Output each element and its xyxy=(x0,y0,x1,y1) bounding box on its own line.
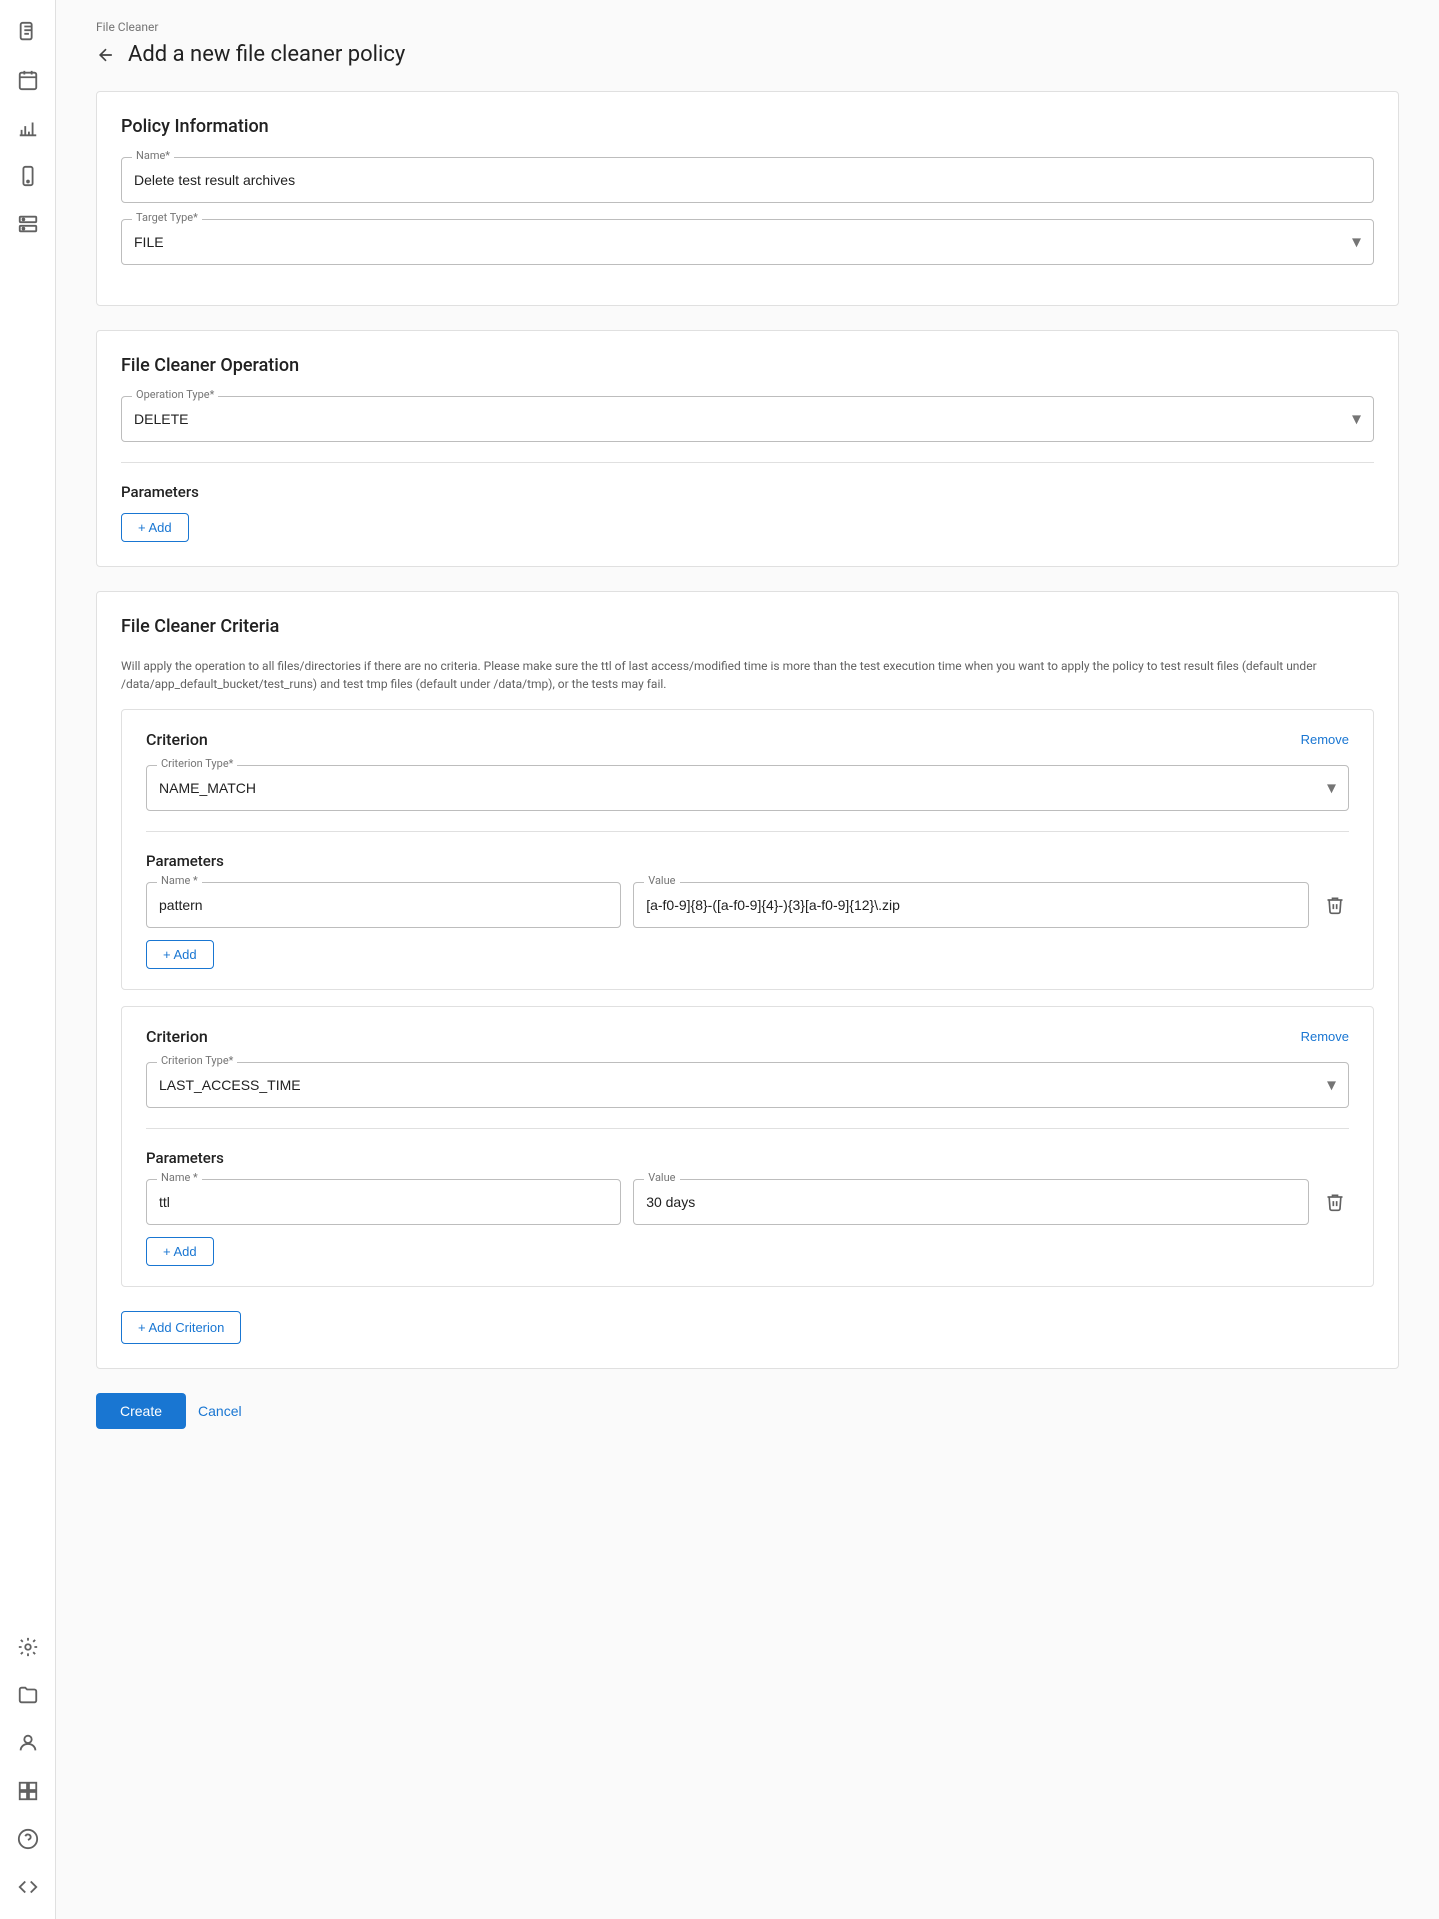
criterion-2-type-select[interactable]: NAME_MATCH LAST_ACCESS_TIME LAST_MODIFIE… xyxy=(147,1063,1348,1107)
criterion-1-param-value-wrapper: Value xyxy=(633,882,1309,928)
criterion-card-2: Criterion Remove Criterion Type* NAME_MA… xyxy=(121,1006,1374,1287)
criteria-info-text: Will apply the operation to all files/di… xyxy=(121,657,1374,693)
criterion-1-param-row-1: Name * Value xyxy=(146,882,1349,928)
policy-information-section: Policy Information Name* Target Type* FI… xyxy=(96,91,1399,306)
file-cleaner-operation-title: File Cleaner Operation xyxy=(121,355,1374,376)
add-parameter-button[interactable]: + Add xyxy=(121,513,189,542)
criterion-1-param-name-wrapper: Name * xyxy=(146,882,621,928)
sidebar-icon-user[interactable] xyxy=(8,1723,48,1763)
page-title-row: Add a new file cleaner policy xyxy=(96,42,1399,67)
sidebar-icon-help[interactable] xyxy=(8,1819,48,1859)
operation-type-field-group: Operation Type* DELETE MOVE COMPRESS ▾ xyxy=(121,396,1374,442)
criterion-1-divider xyxy=(146,831,1349,832)
criterion-1-add-param-button[interactable]: + Add xyxy=(146,940,214,969)
criterion-1-param-value-field-wrapper: Value xyxy=(633,882,1309,928)
file-cleaner-criteria-title: File Cleaner Criteria xyxy=(121,616,1374,637)
criterion-2-param-value-field-wrapper: Value xyxy=(633,1179,1309,1225)
criterion-2-params-title: Parameters xyxy=(146,1149,1349,1167)
sidebar-icon-folder[interactable] xyxy=(8,1675,48,1715)
criterion-1-param-value-input[interactable] xyxy=(634,883,1308,927)
criterion-2-add-param-button[interactable]: + Add xyxy=(146,1237,214,1266)
sidebar-icon-phone[interactable] xyxy=(8,156,48,196)
back-button[interactable] xyxy=(96,45,116,65)
criterion-2-param-name-field-wrapper: Name * xyxy=(146,1179,621,1225)
target-type-field-group: Target Type* FILE DIRECTORY ▾ xyxy=(121,219,1374,265)
parameters-title: Parameters xyxy=(121,483,1374,501)
criterion-2-type-field-group: Criterion Type* NAME_MATCH LAST_ACCESS_T… xyxy=(146,1062,1349,1108)
main-content: File Cleaner Add a new file cleaner poli… xyxy=(56,0,1439,1919)
criterion-2-header: Criterion Remove xyxy=(146,1027,1349,1046)
policy-information-title: Policy Information xyxy=(121,116,1374,137)
cancel-button[interactable]: Cancel xyxy=(198,1403,242,1419)
sidebar-icon-document[interactable] xyxy=(8,12,48,52)
criterion-card-1: Criterion Remove Criterion Type* NAME_MA… xyxy=(121,709,1374,990)
parameters-section: Parameters + Add xyxy=(121,483,1374,542)
criterion-1-header: Criterion Remove xyxy=(146,730,1349,749)
criterion-1-param-name-label: Name * xyxy=(157,874,202,887)
criterion-2-param-name-label: Name * xyxy=(157,1171,202,1184)
criterion-2-remove-button[interactable]: Remove xyxy=(1301,1029,1349,1044)
sidebar-icon-calendar[interactable] xyxy=(8,60,48,100)
operation-type-field-label: Operation Type* xyxy=(132,388,218,401)
name-field-label: Name* xyxy=(132,149,174,162)
name-input[interactable] xyxy=(122,158,1373,202)
criterion-1-param-name-input[interactable] xyxy=(147,883,620,927)
sidebar-icon-code[interactable] xyxy=(8,1867,48,1907)
operation-type-field-wrapper: Operation Type* DELETE MOVE COMPRESS ▾ xyxy=(121,396,1374,442)
criterion-2-param-value-wrapper: Value xyxy=(633,1179,1309,1225)
criterion-2-param-name-wrapper: Name * xyxy=(146,1179,621,1225)
breadcrumb: File Cleaner xyxy=(96,20,1399,34)
target-type-field-wrapper: Target Type* FILE DIRECTORY ▾ xyxy=(121,219,1374,265)
criterion-2-type-label: Criterion Type* xyxy=(157,1054,237,1067)
criterion-1-params-title: Parameters xyxy=(146,852,1349,870)
file-cleaner-criteria-section: File Cleaner Criteria Will apply the ope… xyxy=(96,591,1399,1369)
operation-type-select[interactable]: DELETE MOVE COMPRESS xyxy=(122,397,1373,441)
file-cleaner-operation-section: File Cleaner Operation Operation Type* D… xyxy=(96,330,1399,567)
criterion-1-type-label: Criterion Type* xyxy=(157,757,237,770)
divider-1 xyxy=(121,462,1374,463)
criterion-2-param-value-label: Value xyxy=(644,1171,679,1184)
name-field-wrapper: Name* xyxy=(121,157,1374,203)
target-type-select[interactable]: FILE DIRECTORY xyxy=(122,220,1373,264)
sidebar-icon-settings[interactable] xyxy=(8,1627,48,1667)
target-type-field-label: Target Type* xyxy=(132,211,202,224)
criterion-2-param-row-1: Name * Value xyxy=(146,1179,1349,1225)
sidebar-icon-chart[interactable] xyxy=(8,108,48,148)
bottom-actions: Create Cancel xyxy=(96,1393,1399,1429)
page-title: Add a new file cleaner policy xyxy=(128,42,405,67)
criterion-1-title: Criterion xyxy=(146,730,208,749)
create-button[interactable]: Create xyxy=(96,1393,186,1429)
add-criterion-button[interactable]: + Add Criterion xyxy=(121,1311,241,1344)
sidebar-icon-server[interactable] xyxy=(8,204,48,244)
criterion-1-type-select[interactable]: NAME_MATCH LAST_ACCESS_TIME LAST_MODIFIE… xyxy=(147,766,1348,810)
criterion-2-param-value-input[interactable] xyxy=(634,1180,1308,1224)
name-field-group: Name* xyxy=(121,157,1374,203)
criterion-1-param-delete-button[interactable] xyxy=(1321,891,1349,919)
criterion-2-title: Criterion xyxy=(146,1027,208,1046)
criterion-1-param-value-label: Value xyxy=(644,874,679,887)
criterion-2-param-name-input[interactable] xyxy=(147,1180,620,1224)
criterion-1-remove-button[interactable]: Remove xyxy=(1301,732,1349,747)
criterion-1-param-name-field-wrapper: Name * xyxy=(146,882,621,928)
sidebar xyxy=(0,0,56,1919)
criterion-1-type-wrapper: Criterion Type* NAME_MATCH LAST_ACCESS_T… xyxy=(146,765,1349,811)
sidebar-icon-dashboard[interactable] xyxy=(8,1771,48,1811)
criterion-2-divider xyxy=(146,1128,1349,1129)
criterion-1-type-field-group: Criterion Type* NAME_MATCH LAST_ACCESS_T… xyxy=(146,765,1349,811)
criterion-2-param-delete-button[interactable] xyxy=(1321,1188,1349,1216)
criterion-2-type-wrapper: Criterion Type* NAME_MATCH LAST_ACCESS_T… xyxy=(146,1062,1349,1108)
